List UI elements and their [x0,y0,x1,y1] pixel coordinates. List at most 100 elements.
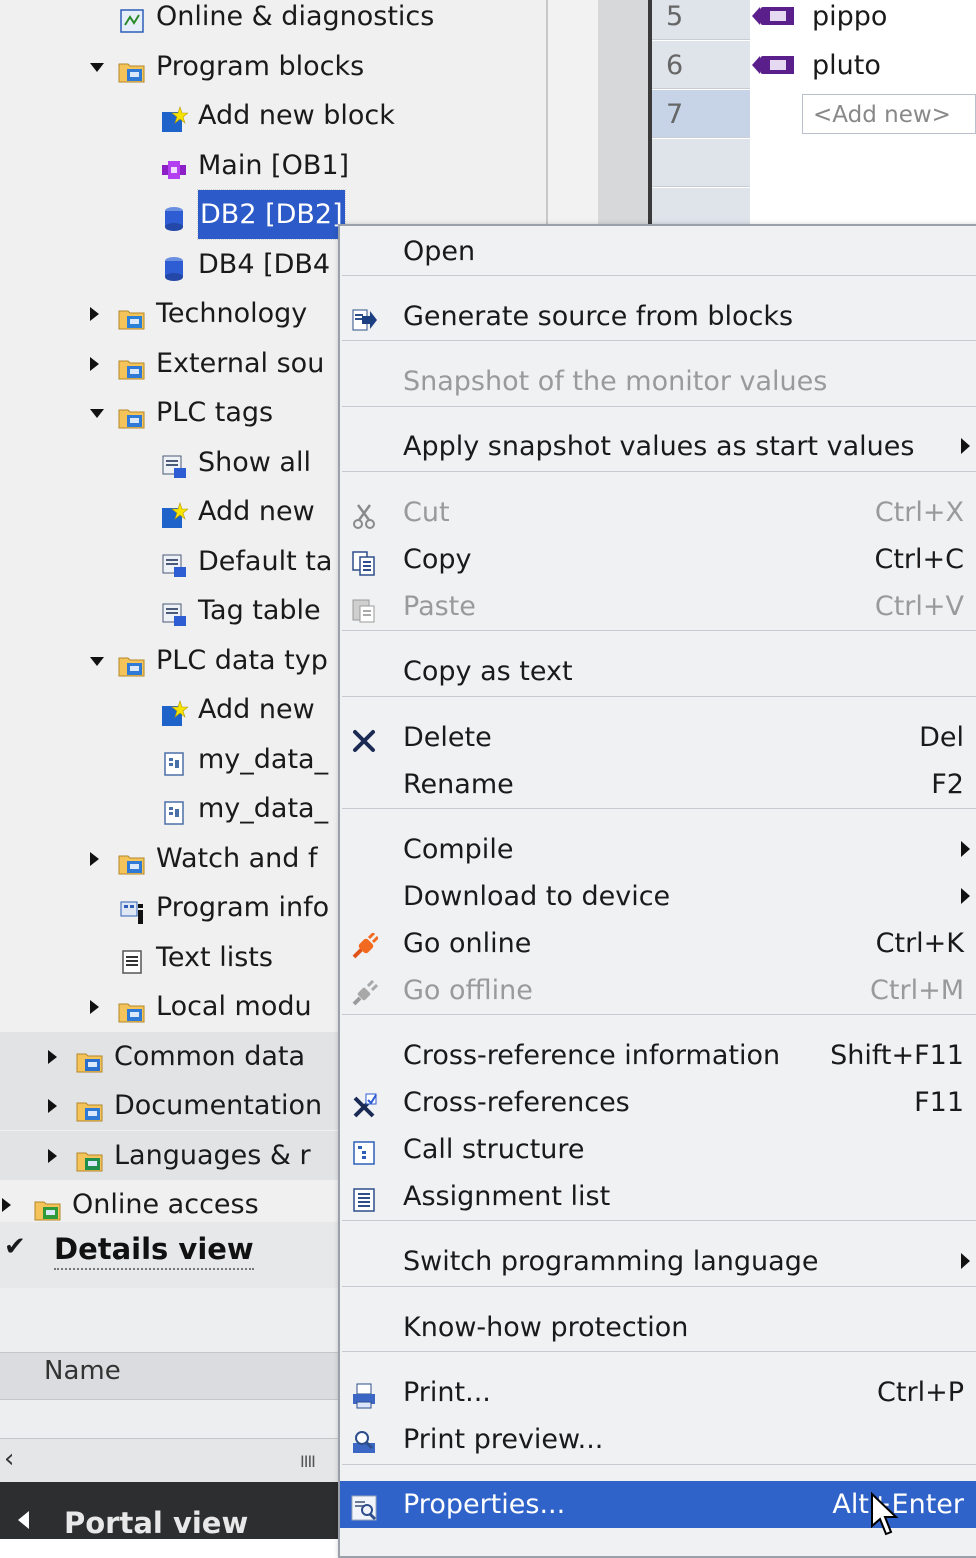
collapsed-arrow-icon[interactable] [90,851,99,866]
menu-separator [342,275,976,276]
tree-item[interactable]: Program blocks [0,42,546,91]
add-new-cell[interactable]: <Add new> [802,94,976,134]
copy-icon [350,545,378,576]
menu-item-shortcut: F11 [914,1087,964,1118]
menu-item-label: Properties... [403,1489,566,1520]
menu-item-label: Copy [403,544,472,575]
menu-item-copy-as-text[interactable]: Copy as text [340,648,976,695]
details-name-column[interactable]: Name [44,1356,121,1386]
row-number[interactable] [652,139,750,187]
watch-force-folder-icon [118,844,146,874]
tree-item[interactable]: Add new block [0,91,546,140]
empty-table-row[interactable] [652,139,976,188]
collapsed-arrow-icon[interactable] [90,307,99,321]
tree-item-label: PLC tags [156,397,274,428]
row-number[interactable]: 5 [652,0,750,40]
collapsed-arrow-icon[interactable] [90,356,99,371]
collapse-check-icon[interactable]: ✔ [4,1232,26,1262]
menu-separator [342,1220,976,1221]
menu-item-print[interactable]: Print... Ctrl+P [340,1369,976,1416]
tree-item-label: Local modu [156,991,312,1022]
menu-item-compile[interactable]: Compile [340,826,976,873]
row-number[interactable]: 6 [652,41,750,89]
menu-item-cut: Cut Ctrl+X [340,489,976,536]
call-structure-icon [350,1135,378,1165]
row-number[interactable]: 7 [652,90,750,138]
collapsed-arrow-icon[interactable] [48,1148,57,1163]
collapsed-arrow-icon[interactable] [48,1099,57,1113]
menu-item-delete[interactable]: Delete Del [340,714,976,761]
menu-item-label: Compile [403,834,514,865]
online-access-folder-icon [34,1190,62,1221]
menu-item-know-how-protection[interactable]: Know-how protection [340,1304,976,1351]
menu-item-call-structure[interactable]: Call structure [340,1126,976,1173]
menu-item-copy[interactable]: Copy Ctrl+C [340,536,976,583]
portal-arrow-icon[interactable] [18,1511,29,1529]
menu-item-label: Cross-reference information [403,1040,781,1071]
technology-folder-icon [118,299,146,330]
menu-item-assignment-list[interactable]: Assignment list [340,1173,976,1220]
tag-name[interactable]: pippo [812,0,887,41]
portal-view-label[interactable]: Portal view [64,1506,248,1540]
expanded-arrow-icon[interactable] [90,409,104,418]
menu-item-print-preview[interactable]: Print preview... [340,1416,976,1463]
menu-item-open[interactable]: Open [340,228,976,275]
tree-item[interactable]: Online & diagnostics [0,0,546,41]
menu-item-label: Apply snapshot values as start values [403,431,915,462]
table-row[interactable]: 5 pippo [652,0,976,41]
menu-item-apply-snapshot-values-as-start-values[interactable]: Apply snapshot values as start values [340,423,976,470]
menu-item-generate-source-from-blocks[interactable]: Generate source from blocks [340,293,976,340]
table-row[interactable]: 7 <Add new> [652,90,976,139]
table-row[interactable]: 6 pluto [652,41,976,90]
paste-icon [350,592,378,623]
tree-item-label: Online access [72,1189,259,1220]
data-block-icon [160,200,188,231]
assignment-list-icon [350,1182,378,1212]
menu-item-shortcut: Ctrl+V [874,591,964,622]
tree-item-label: External sou [156,347,325,379]
scroll-grip-icon[interactable]: IIII [300,1452,316,1471]
collapsed-arrow-icon[interactable] [90,1000,99,1014]
collapsed-arrow-icon[interactable] [48,1049,57,1064]
collapsed-arrow-icon[interactable] [2,1198,11,1212]
delete-x-icon [350,723,378,752]
menu-item-download-to-device[interactable]: Download to device [340,873,976,920]
add-new-star-icon [160,101,189,132]
menu-item-cross-references[interactable]: Cross-references F11 [340,1079,976,1126]
tag-name[interactable]: pluto [812,41,881,90]
menu-item-label: Copy as text [403,656,573,687]
menu-item-switch-programming-language[interactable]: Switch programming language [340,1238,976,1285]
horizontal-scrollbar[interactable] [0,1438,340,1483]
details-view-title[interactable]: Details view [54,1232,254,1270]
submenu-arrow-icon [961,1253,970,1269]
scroll-left-icon[interactable]: ‹ [4,1444,14,1474]
organization-block-icon [160,151,188,179]
menu-separator [342,1351,976,1352]
expanded-arrow-icon[interactable] [90,62,104,72]
default-tag-table-icon [160,547,188,577]
submenu-arrow-icon [961,438,970,454]
tag-table-icon [160,596,188,626]
go-online-plug-icon [350,929,380,959]
menu-item-label: Know-how protection [403,1312,689,1343]
tree-item-label: Default ta [198,545,333,577]
expanded-arrow-icon[interactable] [90,656,104,666]
menu-item-label: Print... [403,1377,491,1408]
tree-item-label: Documentation [114,1090,323,1121]
languages-folder-icon [76,1141,104,1171]
menu-item-rename[interactable]: Rename F2 [340,761,976,808]
menu-item-go-online[interactable]: Go online Ctrl+K [340,920,976,967]
submenu-arrow-icon [961,888,970,904]
tree-item-label: Languages & r [114,1139,311,1171]
menu-separator [342,808,976,809]
menu-item-label: Download to device [403,881,671,912]
tag-icon [752,7,794,25]
tree-item-label: DB4 [DB4 [198,248,331,280]
properties-icon [350,1490,378,1521]
menu-item-label: Go offline [403,975,533,1006]
menu-separator [342,406,976,407]
tree-item[interactable]: Main [OB1] [0,141,546,190]
menu-item-cross-reference-information[interactable]: Cross-reference information Shift+F11 [340,1032,976,1079]
tree-item-label: Add new [198,496,315,527]
menu-separator [342,340,976,341]
